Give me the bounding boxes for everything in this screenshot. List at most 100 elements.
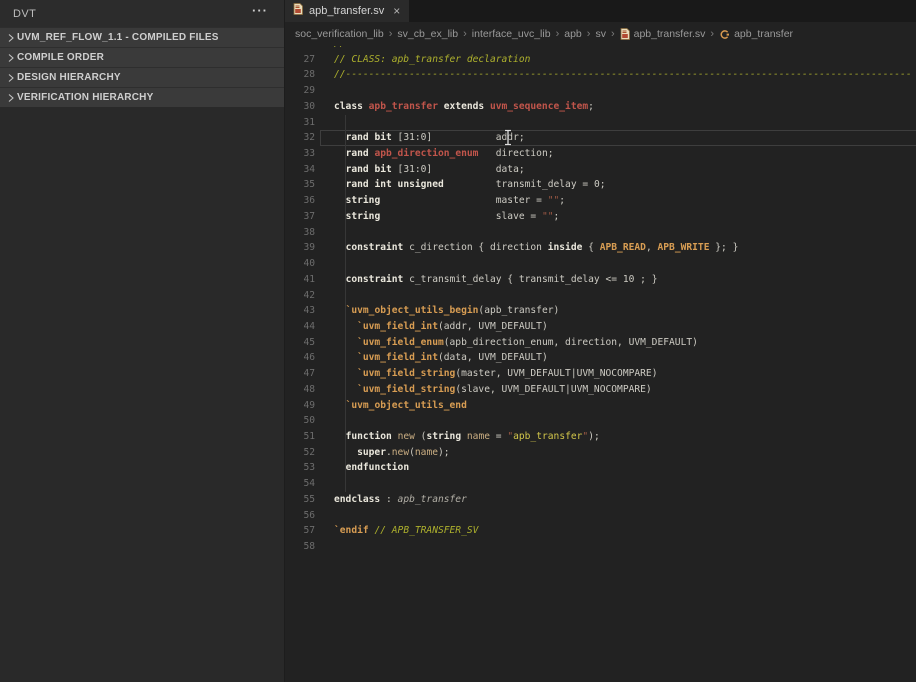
sidebar-item-compile-order[interactable]: COMPILE ORDER xyxy=(0,47,284,67)
code-line: 44 `uvm_field_int(addr, UVM_DEFAULT) xyxy=(285,319,916,335)
token xyxy=(334,384,357,395)
token: : xyxy=(380,494,397,505)
token: new xyxy=(392,447,409,458)
breadcrumb-item-sv[interactable]: sv xyxy=(595,28,606,40)
token xyxy=(334,242,346,253)
line-number[interactable]: 46 xyxy=(285,350,315,366)
close-icon[interactable]: × xyxy=(393,5,400,17)
line-content xyxy=(315,225,334,241)
token xyxy=(334,148,346,159)
token xyxy=(334,274,346,285)
line-number[interactable]: 44 xyxy=(285,319,315,335)
token: { xyxy=(582,242,599,253)
line-number[interactable]: 52 xyxy=(285,445,315,461)
line-number[interactable]: 51 xyxy=(285,429,315,445)
code-editor[interactable]: 26//------------------------------------… xyxy=(285,46,916,682)
breadcrumb-item-sv-cb-ex-lib[interactable]: sv_cb_ex_lib xyxy=(397,28,458,40)
line-number[interactable]: 40 xyxy=(285,256,315,272)
line-number[interactable]: 56 xyxy=(285,508,315,524)
line-number[interactable]: 48 xyxy=(285,382,315,398)
token: "" xyxy=(548,195,560,206)
token: `uvm_object_utils_begin xyxy=(346,305,479,316)
sidebar-title: DVT xyxy=(0,8,36,20)
code-line: 49 `uvm_object_utils_end xyxy=(285,398,916,414)
breadcrumb-item-apb[interactable]: apb xyxy=(564,28,582,40)
code-line: 36 string master = ""; xyxy=(285,193,916,209)
token: `uvm_field_int xyxy=(357,352,438,363)
line-number[interactable]: 32 xyxy=(285,130,315,146)
token: rand int unsigned xyxy=(346,179,444,190)
line-number[interactable]: 37 xyxy=(285,209,315,225)
code-line: 52 super.new(name); xyxy=(285,445,916,461)
line-content: rand bit [31:0] addr; xyxy=(315,130,525,146)
token: //--------------------------------------… xyxy=(334,69,912,80)
line-number[interactable]: 58 xyxy=(285,539,315,555)
token xyxy=(334,164,346,175)
line-number[interactable]: 35 xyxy=(285,177,315,193)
token xyxy=(334,132,346,143)
line-number[interactable]: 50 xyxy=(285,413,315,429)
sidebar-item-uvm-ref-flow-1-1-compiled-files[interactable]: UVM_REF_FLOW_1.1 - COMPILED FILES xyxy=(0,27,284,47)
line-content: rand int unsigned transmit_delay = 0; xyxy=(315,177,606,193)
line-number[interactable]: 29 xyxy=(285,83,315,99)
code-line: 46 `uvm_field_int(data, UVM_DEFAULT) xyxy=(285,350,916,366)
line-number[interactable]: 28 xyxy=(285,67,315,83)
line-number[interactable]: 55 xyxy=(285,492,315,508)
chevron-right-icon xyxy=(4,33,17,43)
line-content: `uvm_field_int(addr, UVM_DEFAULT) xyxy=(315,319,548,335)
token xyxy=(334,368,357,379)
tab-apb-transfer[interactable]: apb_transfer.sv × xyxy=(285,0,409,22)
line-content: endfunction xyxy=(315,460,409,476)
sidebar-item-verification-hierarchy[interactable]: VERIFICATION HIERARCHY xyxy=(0,87,284,107)
line-content: //--------------------------------------… xyxy=(315,67,912,83)
line-number[interactable]: 57 xyxy=(285,523,315,539)
chevron-right-icon xyxy=(4,53,17,63)
token: uvm_sequence_item xyxy=(490,101,588,112)
line-number[interactable]: 42 xyxy=(285,288,315,304)
code-line: 29 xyxy=(285,83,916,99)
breadcrumb-separator: › xyxy=(710,28,714,40)
sidebar-item-design-hierarchy[interactable]: DESIGN HIERARCHY xyxy=(0,67,284,87)
line-number[interactable]: 39 xyxy=(285,240,315,256)
breadcrumb-item-soc-verification-lib[interactable]: soc_verification_lib xyxy=(295,28,384,40)
breadcrumb-label: apb_transfer xyxy=(734,28,793,40)
line-content: constraint c_direction { direction insid… xyxy=(315,240,738,256)
breadcrumb-item-apb-transfer[interactable]: apb_transfer xyxy=(719,28,793,40)
token: apb_transfer xyxy=(398,494,467,505)
token: rand bit xyxy=(346,132,392,143)
line-number[interactable]: 30 xyxy=(285,99,315,115)
code-line: 55endclass : apb_transfer xyxy=(285,492,916,508)
editor-tab-bar: apb_transfer.sv × xyxy=(285,0,916,22)
line-number[interactable]: 43 xyxy=(285,303,315,319)
token: = xyxy=(490,431,507,442)
line-number[interactable]: 41 xyxy=(285,272,315,288)
line-number[interactable]: 34 xyxy=(285,162,315,178)
token: slave = xyxy=(380,211,542,222)
breadcrumb-item-interface-uvc-lib[interactable]: interface_uvc_lib xyxy=(472,28,551,40)
line-number[interactable]: 38 xyxy=(285,225,315,241)
line-number[interactable]: 45 xyxy=(285,335,315,351)
token: `uvm_field_enum xyxy=(357,337,444,348)
line-number[interactable]: 54 xyxy=(285,476,315,492)
token: `uvm_field_string xyxy=(357,384,455,395)
breadcrumb-label: sv xyxy=(595,28,606,40)
token: `uvm_object_utils_end xyxy=(346,400,467,411)
code-line: 28 //------------------------------------… xyxy=(285,67,916,83)
line-number[interactable]: 33 xyxy=(285,146,315,162)
line-number[interactable]: 53 xyxy=(285,460,315,476)
token: transmit_delay = 0; xyxy=(444,179,606,190)
breadcrumb: soc_verification_lib›sv_cb_ex_lib›interf… xyxy=(285,22,916,46)
token: string xyxy=(426,431,461,442)
code-line: 51 function new (string name = "apb_tran… xyxy=(285,429,916,445)
line-number[interactable]: 49 xyxy=(285,398,315,414)
breadcrumb-item-apb-transfer-sv[interactable]: apb_transfer.sv xyxy=(620,28,706,40)
more-actions-icon[interactable]: ··· xyxy=(252,3,268,18)
token xyxy=(334,337,357,348)
breadcrumb-label: apb_transfer.sv xyxy=(634,28,706,40)
line-number[interactable]: 36 xyxy=(285,193,315,209)
line-number[interactable]: 47 xyxy=(285,366,315,382)
line-content: function new (string name = "apb_transfe… xyxy=(315,429,600,445)
line-number[interactable]: 27 xyxy=(285,52,315,68)
line-number[interactable]: 31 xyxy=(285,115,315,131)
token xyxy=(334,195,346,206)
